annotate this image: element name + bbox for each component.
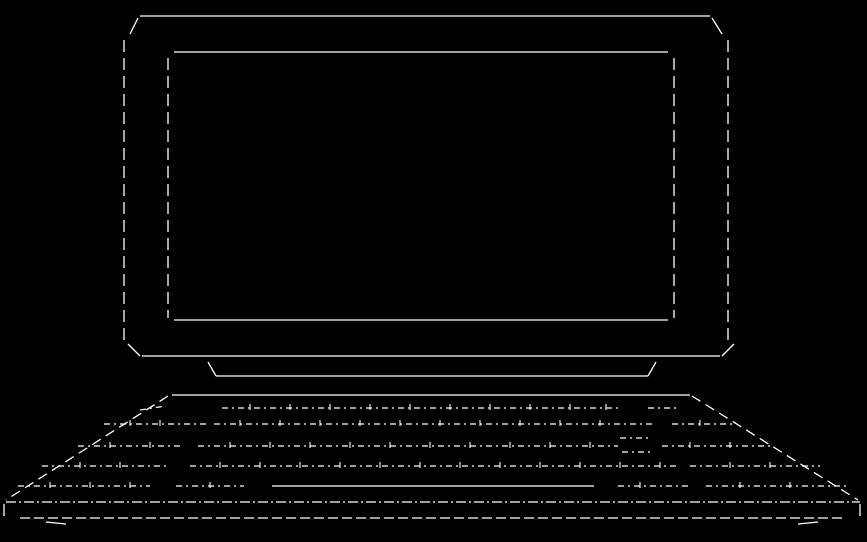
bezel-top-left-corner (129, 17, 139, 35)
stand-left-edge (207, 361, 217, 377)
bezel-bottom-left-corner (127, 343, 141, 357)
monitor-screen (167, 51, 675, 321)
bezel-top-right-corner (711, 17, 723, 35)
keyboard-outline (3, 394, 861, 525)
monitor-stand (207, 361, 657, 377)
bezel-bottom-right-corner (721, 343, 735, 357)
keyboard-left-side (5, 395, 169, 501)
divider-row-1 (249, 404, 607, 410)
monitor-bezel (123, 15, 735, 357)
keyboard-left-foot (45, 521, 67, 525)
stand-right-edge (647, 361, 657, 377)
ascii-computer-illustration (3, 15, 861, 525)
keyboard-right-side (691, 395, 859, 501)
divider-row-3 (109, 442, 731, 448)
divider-row-2 (129, 420, 701, 426)
key-row-1-left-block (139, 405, 167, 411)
divider-row-4 (79, 462, 771, 468)
keyboard-keys (18, 405, 848, 487)
keyboard-right-foot (797, 521, 819, 525)
divider-row-5 (49, 482, 791, 488)
